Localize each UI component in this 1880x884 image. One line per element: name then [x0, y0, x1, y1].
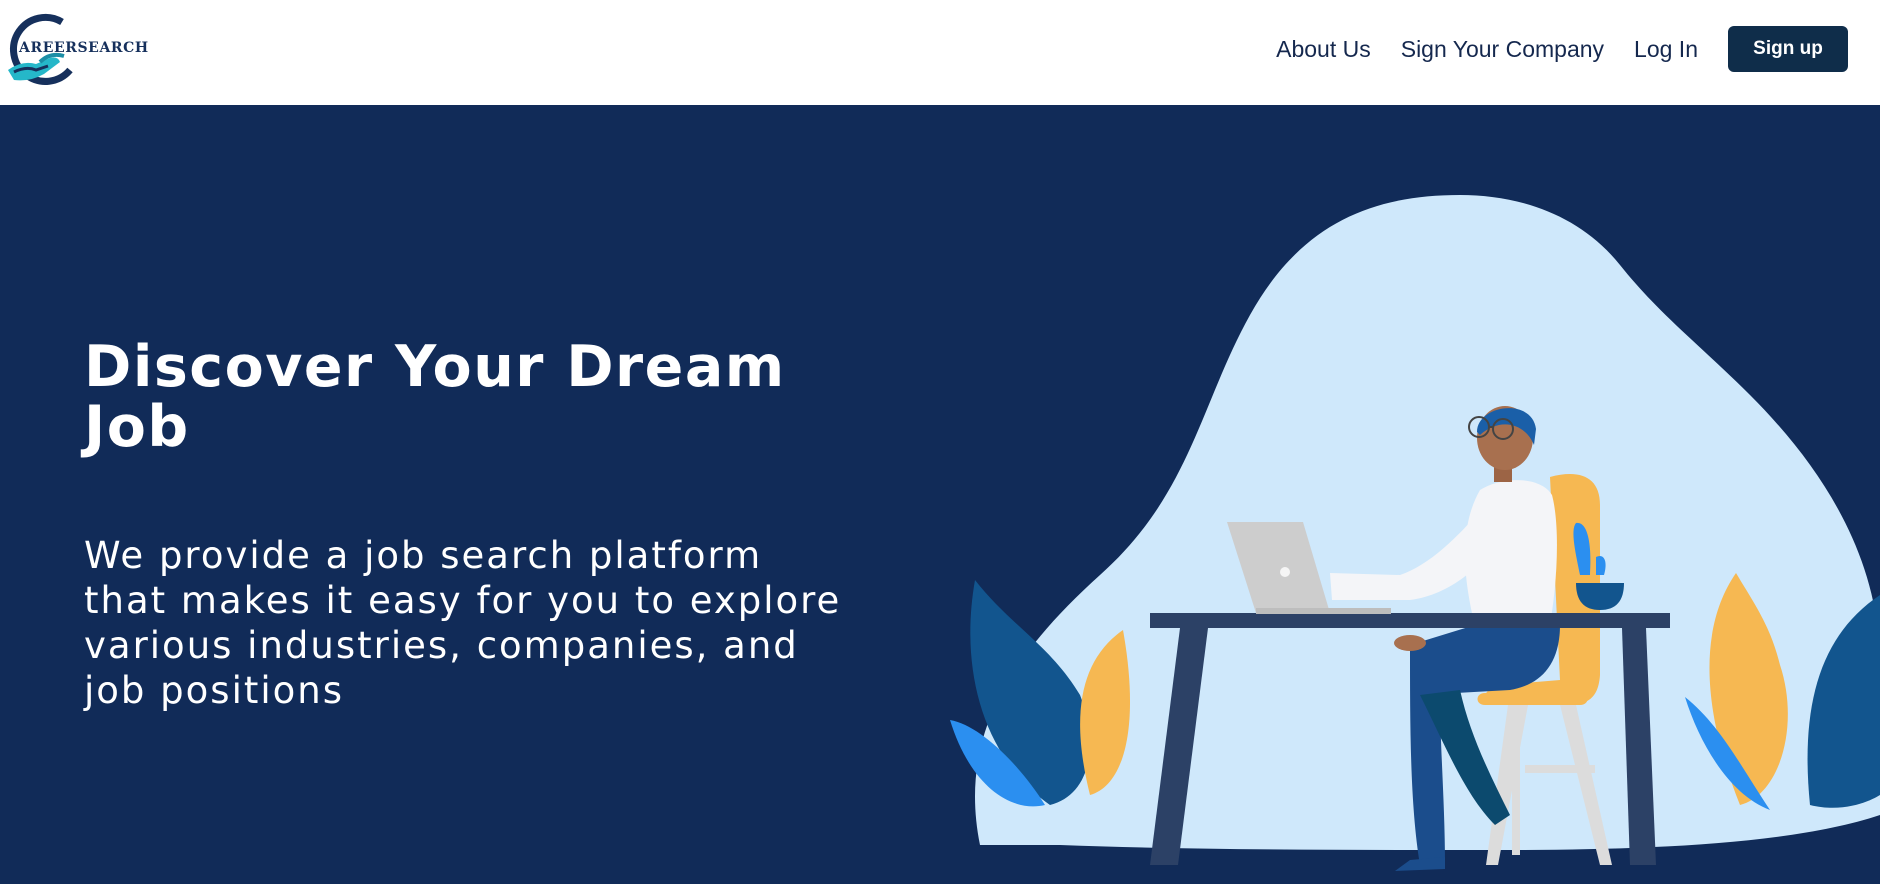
logo[interactable]: AREERSEARCH: [0, 8, 160, 90]
site-header: AREERSEARCH About Us Sign Your Company L…: [0, 0, 1880, 105]
nav-about-us-link[interactable]: About Us: [1276, 36, 1371, 63]
hero-title: Discover Your Dream Job: [84, 334, 786, 460]
nav-login-link[interactable]: Log In: [1634, 36, 1698, 63]
man-working-at-laptop-illustration: [950, 195, 1880, 871]
main-nav: About Us Sign Your Company Log In Sign u…: [1276, 26, 1848, 72]
hero-section: Discover Your Dream Job We provide a job…: [0, 105, 1880, 884]
logo-text: AREERSEARCH: [19, 40, 149, 56]
signup-button[interactable]: Sign up: [1728, 26, 1848, 72]
hero-subtitle: We provide a job search platform that ma…: [84, 534, 842, 712]
nav-sign-company-link[interactable]: Sign Your Company: [1401, 36, 1604, 63]
